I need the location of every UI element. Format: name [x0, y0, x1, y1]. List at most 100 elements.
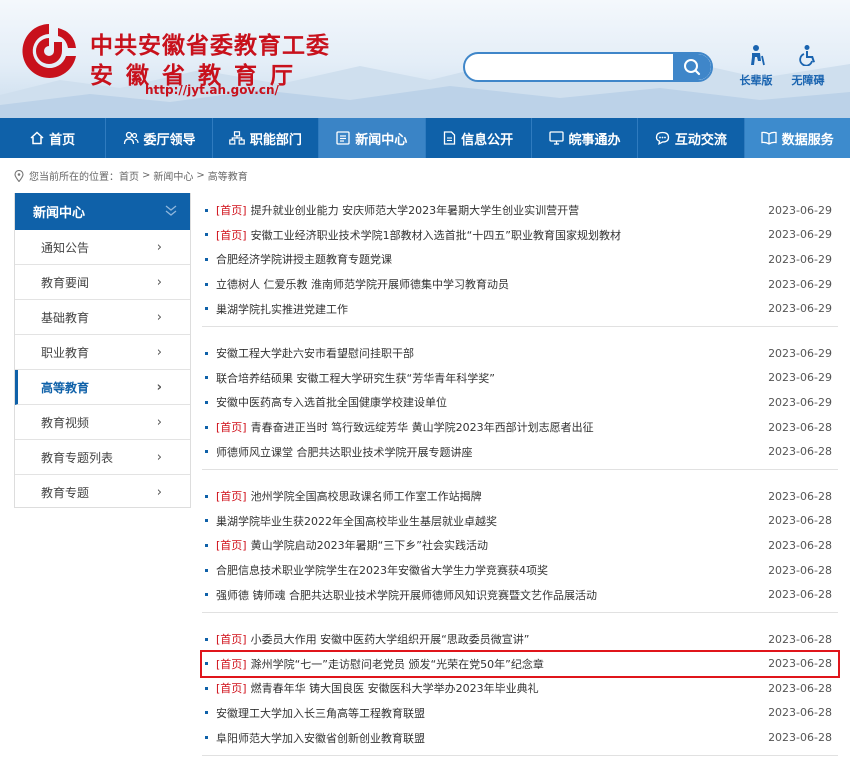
sidebar-item-label: 职业教育 — [41, 345, 90, 360]
news-title-link[interactable]: 安徽理工大学加入长三角高等工程教育联盟 — [216, 705, 768, 721]
bullet-icon — [205, 425, 208, 429]
news-title-link[interactable]: 燃青春年华 铸大国良医 安徽医科大学举办2023年毕业典礼 — [251, 680, 768, 696]
site-url[interactable]: http://jyt.ah.gov.cn/ — [145, 83, 279, 97]
sidebar-item[interactable]: 教育视频 › — [15, 405, 190, 440]
news-title-link[interactable]: 合肥经济学院讲授主题教育专题党课 — [216, 251, 768, 267]
nav-departments[interactable]: 职能部门 — [213, 118, 320, 158]
breadcrumb-home[interactable]: 首页 — [119, 168, 139, 183]
news-tag[interactable]: [首页] — [216, 656, 247, 672]
search-box — [463, 52, 713, 82]
sidebar-item[interactable]: 基础教育 › — [15, 300, 190, 335]
news-row: 安徽中医药高专入选首批全国健康学校建设单位 2023-06-29 — [202, 390, 838, 415]
nav-interaction[interactable]: 互动交流 — [638, 118, 745, 158]
accessibility-button[interactable]: 无障碍 — [783, 44, 833, 88]
elder-icon — [751, 45, 765, 66]
sidebar-heading: 新闻中心 — [15, 193, 190, 230]
news-title-link[interactable]: 池州学院全国高校思政课名师工作室工作站揭牌 — [251, 488, 768, 504]
sidebar-item[interactable]: 教育要闻 › — [15, 265, 190, 300]
news-row: [首页] 黄山学院启动2023年暑期“三下乡”社会实践活动 2023-06-28 — [202, 533, 838, 558]
news-title-link[interactable]: 联合培养结硕果 安徽工程大学研究生获“芳华青年科学奖” — [216, 370, 768, 386]
nav-services[interactable]: 皖事通办 — [532, 118, 639, 158]
bullet-icon — [205, 257, 208, 261]
logo[interactable] — [18, 20, 80, 82]
nav-info-disclosure[interactable]: 信息公开 — [426, 118, 532, 158]
news-tag[interactable]: [首页] — [216, 680, 247, 696]
news-row: 阜阳师范大学加入安徽省创新创业教育联盟 2023-06-28 — [202, 725, 838, 750]
sidebar-item[interactable]: 教育专题 › — [15, 475, 190, 510]
news-list: [首页] 提升就业创业能力 安庆师范大学2023年暑期大学生创业实训营开营 2023… — [200, 196, 840, 768]
sidebar-item[interactable]: 职业教育 › — [15, 335, 190, 370]
nav-label: 互动交流 — [674, 132, 727, 148]
site-header: 中共安徽省委教育工委 安徽省教育厅 http://jyt.ah.gov.cn/ … — [0, 0, 850, 118]
nav-home[interactable]: 首页 — [0, 118, 107, 158]
news-tag[interactable]: [首页] — [216, 631, 247, 647]
news-title-link[interactable]: 安徽工业经济职业技术学院1部教材入选首批“十四五”职业教育国家规划教材 — [251, 227, 768, 243]
monitor-icon — [548, 131, 564, 145]
news-date: 2023-06-28 — [768, 563, 832, 577]
news-row: 安徽理工大学加入长三角高等工程教育联盟 2023-06-28 — [202, 701, 838, 726]
news-tag[interactable]: [首页] — [216, 488, 247, 504]
news-title-link[interactable]: 巢湖学院毕业生获2022年全国高校毕业生基层就业卓越奖 — [216, 513, 768, 529]
bullet-icon — [205, 282, 208, 286]
nav-news-center[interactable]: 新闻中心 — [319, 118, 426, 158]
breadcrumb-news-center[interactable]: 新闻中心 — [153, 168, 193, 183]
news-title-link[interactable]: 巢湖学院扎实推进党建工作 — [216, 301, 768, 317]
news-title-link[interactable]: 合肥信息技术职业学院学生在2023年安徽省大学生力学竞赛获4项奖 — [216, 562, 768, 578]
news-date: 2023-06-29 — [768, 203, 832, 217]
nav-label: 数据服务 — [781, 132, 834, 148]
news-title-link[interactable]: 强师德 铸师魂 合肥共达职业技术学院开展师德师风知识竞赛暨文艺作品展活动 — [216, 587, 768, 603]
news-title-link[interactable]: 安徽中医药高专入选首批全国健康学校建设单位 — [216, 394, 768, 410]
news-title-link[interactable]: 师德师风立课堂 合肥共达职业技术学院开展专题讲座 — [216, 444, 768, 460]
chevron-right-icon: › — [156, 415, 162, 430]
bullet-icon — [205, 593, 208, 597]
news-tag[interactable]: [首页] — [216, 227, 247, 243]
news-row: [首页] 青春奋进正当时 笃行致远绽芳华 黄山学院2023年西部计划志愿者出征 20… — [202, 415, 838, 440]
chevron-right-icon: › — [156, 310, 162, 325]
sidebar-item[interactable]: 教育专题列表 › — [15, 440, 190, 475]
news-date: 2023-06-29 — [768, 302, 832, 316]
news-date: 2023-06-28 — [768, 681, 832, 695]
bullet-icon — [205, 494, 208, 498]
news-title-link[interactable]: 青春奋进正当时 笃行致远绽芳华 黄山学院2023年西部计划志愿者出征 — [251, 419, 768, 435]
sidebar: 新闻中心 通知公告 › 教育要闻 › 基础教育 › 职业教育 › 高等教育 › 教育视频 › 教育专题列… — [14, 193, 191, 508]
news-title-link[interactable]: 提升就业创业能力 安庆师范大学2023年暑期大学生创业实训营开营 — [251, 202, 768, 218]
news-row: 巢湖学院扎实推进党建工作 2023-06-29 — [202, 296, 838, 321]
news-tag[interactable]: [首页] — [216, 537, 247, 553]
location-pin-icon — [14, 169, 24, 182]
news-date: 2023-06-29 — [768, 277, 832, 291]
breadcrumb-higher-education[interactable]: 高等教育 — [208, 168, 248, 183]
news-title-link[interactable]: 安徽工程大学赴六安市看望慰问挂职干部 — [216, 345, 768, 361]
news-title-link[interactable]: 立德树人 仁爱乐教 淮南师范学院开展师德集中学习教育动员 — [216, 276, 768, 292]
news-title-link[interactable]: 小委员大作用 安徽中医药大学组织开展“思政委员微宣讲” — [251, 631, 768, 647]
breadcrumb-separator: > — [196, 170, 205, 181]
search-input[interactable] — [475, 58, 665, 76]
nav-label: 委厅领导 — [143, 132, 196, 148]
main-nav: 首页 委厅领导 职能部门 新闻中心 信息公开 皖事通办 互动交流 数据服务 — [0, 118, 850, 158]
news-row: [首页] 滁州学院“七一”走访慰问老党员 颁发“光荣在党50年”纪念章 2023-0… — [200, 649, 840, 679]
accessibility-label: 无障碍 — [791, 74, 825, 87]
news-row: 师德师风立课堂 合肥共达职业技术学院开展专题讲座 2023-06-28 — [202, 439, 838, 464]
nav-data-services[interactable]: 数据服务 — [744, 118, 850, 158]
elder-mode-button[interactable]: 长辈版 — [731, 44, 781, 88]
double-chevron-down-icon — [165, 205, 177, 216]
news-title-link[interactable]: 阜阳师范大学加入安徽省创新创业教育联盟 — [216, 730, 768, 746]
news-tag[interactable]: [首页] — [216, 419, 247, 435]
news-date: 2023-06-28 — [768, 445, 832, 459]
news-title-link[interactable]: 黄山学院启动2023年暑期“三下乡”社会实践活动 — [251, 537, 768, 553]
bullet-icon — [205, 568, 208, 572]
news-row: [首页] 燃青春年华 铸大国良医 安徽医科大学举办2023年毕业典礼 2023-06… — [202, 676, 838, 701]
news-title-link[interactable]: 滁州学院“七一”走访慰问老党员 颁发“光荣在党50年”纪念章 — [251, 656, 768, 672]
nav-label: 信息公开 — [461, 132, 514, 148]
news-tag[interactable]: [首页] — [216, 202, 247, 218]
chevron-right-icon: › — [156, 450, 162, 465]
search-button[interactable] — [673, 54, 711, 80]
nav-leaders[interactable]: 委厅领导 — [106, 118, 213, 158]
bullet-icon — [205, 351, 208, 355]
sidebar-item[interactable]: 通知公告 › — [15, 230, 190, 265]
news-date: 2023-06-28 — [768, 514, 832, 528]
sidebar-item-label: 通知公告 — [41, 240, 90, 255]
sidebar-item[interactable]: 高等教育 › — [15, 370, 190, 405]
chevron-right-icon: › — [156, 380, 162, 395]
nav-label: 首页 — [49, 132, 76, 148]
bullet-icon — [205, 543, 208, 547]
